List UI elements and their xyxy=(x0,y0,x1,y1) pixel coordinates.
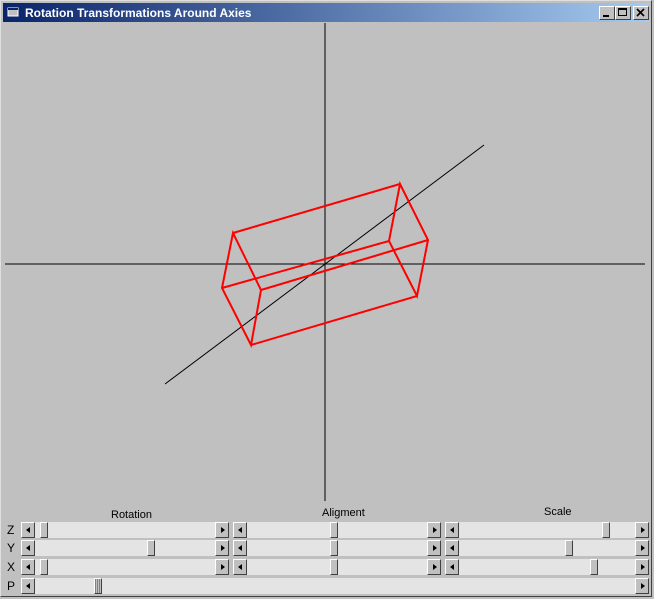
scroll-thumb[interactable] xyxy=(330,559,338,575)
app-window: Rotation Transformations Around Axies Ro… xyxy=(0,0,652,597)
scroll-right-button[interactable] xyxy=(215,522,229,538)
arrow-left-icon xyxy=(238,564,242,570)
scroll-left-button[interactable] xyxy=(21,578,35,594)
row-label-y: Y xyxy=(7,541,16,555)
title-bar[interactable]: Rotation Transformations Around Axies xyxy=(3,3,649,22)
arrow-right-icon xyxy=(433,545,437,551)
scroll-right-button[interactable] xyxy=(427,540,441,556)
box-right-face xyxy=(387,180,430,300)
rotation-header: Rotation xyxy=(111,509,152,521)
scroll-thumb[interactable] xyxy=(94,578,102,594)
scroll-left-button[interactable] xyxy=(233,540,247,556)
box-left-face xyxy=(220,229,263,349)
scroll-thumb[interactable] xyxy=(590,559,598,575)
arrow-right-icon xyxy=(641,545,645,551)
maximize-button[interactable] xyxy=(615,6,631,20)
arrow-right-icon xyxy=(641,583,645,589)
arrow-left-icon xyxy=(26,583,30,589)
window-title: Rotation Transformations Around Axies xyxy=(25,6,252,20)
arrow-left-icon xyxy=(26,564,30,570)
row-label-p: P xyxy=(7,579,16,593)
row-label-x: X xyxy=(7,560,16,574)
scale-scrollbar-z[interactable] xyxy=(445,522,649,538)
scroll-thumb[interactable] xyxy=(147,540,155,556)
scroll-right-button[interactable] xyxy=(427,522,441,538)
scroll-left-button[interactable] xyxy=(21,559,35,575)
arrow-left-icon xyxy=(238,545,242,551)
row-label-z: Z xyxy=(7,523,15,537)
scroll-right-button[interactable] xyxy=(635,578,649,594)
arrow-right-icon xyxy=(433,527,437,533)
rotation-scrollbar-z[interactable] xyxy=(21,522,229,538)
close-button[interactable] xyxy=(633,6,649,20)
scroll-left-button[interactable] xyxy=(21,540,35,556)
p-scrollbar[interactable] xyxy=(21,578,649,594)
close-icon xyxy=(636,8,645,17)
arrow-left-icon xyxy=(450,545,454,551)
arrow-right-icon xyxy=(221,545,225,551)
arrow-right-icon xyxy=(221,564,225,570)
rotation-scrollbar-y[interactable] xyxy=(21,540,229,556)
scroll-right-button[interactable] xyxy=(635,559,649,575)
arrow-left-icon xyxy=(450,527,454,533)
scroll-left-button[interactable] xyxy=(445,559,459,575)
alignment-scrollbar-y[interactable] xyxy=(233,540,441,556)
arrow-right-icon xyxy=(433,564,437,570)
arrow-right-icon xyxy=(641,527,645,533)
scroll-right-button[interactable] xyxy=(215,559,229,575)
scroll-left-button[interactable] xyxy=(445,540,459,556)
scroll-left-button[interactable] xyxy=(445,522,459,538)
scroll-right-button[interactable] xyxy=(635,522,649,538)
scroll-thumb[interactable] xyxy=(602,522,610,538)
scale-scrollbar-y[interactable] xyxy=(445,540,649,556)
box-edge xyxy=(250,295,418,346)
minimize-icon xyxy=(603,15,609,17)
scroll-thumb[interactable] xyxy=(330,540,338,556)
alignment-scrollbar-z[interactable] xyxy=(233,522,441,538)
scroll-thumb[interactable] xyxy=(565,540,573,556)
rotation-scrollbar-x[interactable] xyxy=(21,559,229,575)
scroll-right-button[interactable] xyxy=(635,540,649,556)
scroll-left-button[interactable] xyxy=(233,559,247,575)
scroll-thumb[interactable] xyxy=(40,522,48,538)
minimize-button[interactable] xyxy=(599,6,615,20)
window-app-icon[interactable] xyxy=(7,6,19,18)
scale-scrollbar-x[interactable] xyxy=(445,559,649,575)
arrow-right-icon xyxy=(221,527,225,533)
arrow-left-icon xyxy=(26,527,30,533)
scroll-left-button[interactable] xyxy=(21,522,35,538)
scroll-thumb[interactable] xyxy=(40,559,48,575)
box-edge xyxy=(232,183,401,234)
drawing-canvas xyxy=(5,23,645,501)
scroll-right-button[interactable] xyxy=(215,540,229,556)
arrow-right-icon xyxy=(641,564,645,570)
arrow-left-icon xyxy=(238,527,242,533)
scale-header: Scale xyxy=(544,506,572,518)
arrow-left-icon xyxy=(26,545,30,551)
scroll-left-button[interactable] xyxy=(233,522,247,538)
box-edge xyxy=(260,239,429,291)
maximize-icon xyxy=(618,8,627,16)
alignment-header: Aligment xyxy=(322,507,365,519)
arrow-left-icon xyxy=(450,564,454,570)
scroll-right-button[interactable] xyxy=(427,559,441,575)
scroll-thumb[interactable] xyxy=(330,522,338,538)
alignment-scrollbar-x[interactable] xyxy=(233,559,441,575)
